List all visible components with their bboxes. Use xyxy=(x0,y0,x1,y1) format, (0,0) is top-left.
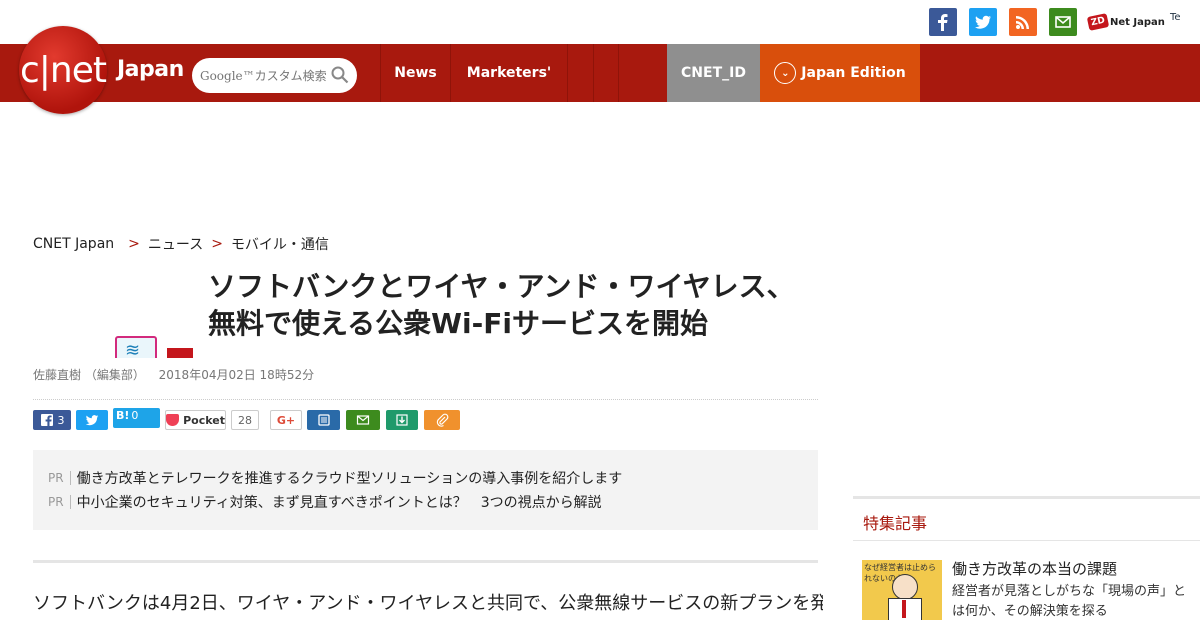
publish-date: 2018年04月02日 18時52分 xyxy=(158,368,315,382)
mail-icon xyxy=(1055,16,1071,28)
author: 佐藤直樹 （編集部） xyxy=(33,368,145,382)
facebook-icon xyxy=(40,414,53,427)
article-body-paragraph: ソフトバンクは4月2日、ワイヤ・アンド・ワイヤレスと共同で、公衆無線サービスの新… xyxy=(33,593,823,614)
twitter-icon xyxy=(975,15,991,29)
thumbnail-badge xyxy=(167,348,193,358)
nav-news[interactable]: News xyxy=(380,44,450,102)
print-icon xyxy=(317,414,330,426)
rss-icon xyxy=(1016,16,1029,29)
nav-marketers[interactable]: Marketers' xyxy=(450,44,567,102)
hatena-bookmark-button[interactable]: B! 0 xyxy=(113,408,160,428)
pocket-label: Pocket xyxy=(183,413,225,427)
pr-label: PR xyxy=(48,471,71,485)
wifi-icon: ≋ xyxy=(115,336,157,358)
breadcrumb-separator: > xyxy=(128,236,140,252)
facebook-share-count: 3 xyxy=(57,413,65,427)
clip-button[interactable] xyxy=(424,410,460,430)
twitter-icon xyxy=(85,415,99,426)
byline: 佐藤直樹 （編集部） 2018年04月02日 18時52分 xyxy=(33,366,314,383)
nav-japan-edition[interactable]: ⌄ Japan Edition xyxy=(760,44,920,102)
email-share-button[interactable] xyxy=(346,410,380,430)
tie-illustration xyxy=(902,600,906,618)
twitter-link[interactable] xyxy=(969,8,997,36)
techrepublic-link[interactable]: Te xyxy=(1170,12,1181,23)
pr-link[interactable]: 中小企業のセキュリティ対策、まず見直すべきポイントとは？ 3つの視点から解説 xyxy=(77,492,602,512)
breadcrumb-mobile[interactable]: モバイル・通信 xyxy=(231,234,329,254)
print-button[interactable] xyxy=(307,410,340,430)
pocket-count: 28 xyxy=(231,410,259,430)
facebook-link[interactable] xyxy=(929,8,957,36)
person-illustration xyxy=(892,574,918,600)
divider xyxy=(33,399,818,400)
search-input[interactable] xyxy=(198,67,332,84)
pocket-button[interactable]: Pocket xyxy=(165,410,226,430)
edition-label: Japan xyxy=(117,57,184,82)
nav-item-5[interactable] xyxy=(618,44,644,102)
article-thumbnail: ≋ xyxy=(33,272,193,358)
pocket-icon xyxy=(166,414,180,426)
zdnet-logo: ZD xyxy=(1086,13,1110,31)
utility-bar: ZD Net Japan Te xyxy=(0,0,1200,44)
japan-edition-label: Japan Edition xyxy=(801,65,906,81)
paperclip-icon xyxy=(436,413,449,427)
sidebar-thumbnail[interactable]: なぜ経営者は止められないのか xyxy=(862,560,942,620)
article-title: ソフトバンクとワイヤ・アンド・ワイヤレス、無料で使える公衆Wi-Fiサービスを開… xyxy=(208,270,795,340)
chevron-down-icon: ⌄ xyxy=(774,62,797,84)
search-icon[interactable] xyxy=(331,66,349,84)
techrepublic-label: Te xyxy=(1170,12,1181,23)
nav-item-3[interactable] xyxy=(567,44,593,102)
facebook-icon xyxy=(938,14,948,31)
nav-item-4[interactable] xyxy=(593,44,618,102)
mail-link[interactable] xyxy=(1049,8,1077,36)
breadcrumb-news[interactable]: ニュース xyxy=(148,234,203,254)
rss-link[interactable] xyxy=(1009,8,1037,36)
mail-icon xyxy=(356,415,370,425)
sidebar-item-description: 経営者が見落としがちな「現場の声」とは何か、その解決策を探る xyxy=(952,584,1187,619)
breadcrumb: CNET Japan > ニュース > モバイル・通信 xyxy=(33,234,329,254)
download-icon xyxy=(396,414,408,426)
divider xyxy=(33,560,818,563)
nav-cnet-id[interactable]: CNET_ID xyxy=(667,44,760,102)
sidebar-heading: 特集記事 xyxy=(863,514,928,533)
pr-box: PR 働き方改革とテレワークを推進するクラウド型ソリューションの導入事例を紹介し… xyxy=(33,450,818,530)
pr-link[interactable]: 働き方改革とテレワークを推進するクラウド型ソリューションの導入事例を紹介します xyxy=(77,468,623,488)
pr-label: PR xyxy=(48,495,71,509)
zdnet-label: Net Japan xyxy=(1110,16,1165,28)
facebook-share-button[interactable]: 3 xyxy=(33,410,71,430)
breadcrumb-separator: > xyxy=(211,236,223,252)
breadcrumb-home[interactable]: CNET Japan xyxy=(33,236,114,252)
hatena-icon: B! xyxy=(116,409,130,422)
google-plus-button[interactable]: G+ xyxy=(270,410,302,430)
sidebar-item-title[interactable]: 働き方改革の本当の課題 xyxy=(952,558,1117,579)
logo-text: c|net xyxy=(19,49,107,91)
hatena-count: 0 xyxy=(131,409,139,422)
search-box xyxy=(192,58,357,93)
sidebar-divider xyxy=(853,496,1200,499)
save-button[interactable] xyxy=(386,410,418,430)
pr-item: PR 働き方改革とテレワークを推進するクラウド型ソリューションの導入事例を紹介し… xyxy=(48,468,622,488)
cnet-logo[interactable]: c|net xyxy=(19,26,107,114)
twitter-share-button[interactable] xyxy=(76,410,108,430)
zdnet-japan-link[interactable]: ZD Net Japan xyxy=(1086,8,1165,36)
sidebar-divider xyxy=(853,540,1200,541)
pr-item: PR 中小企業のセキュリティ対策、まず見直すべきポイントとは？ 3つの視点から解… xyxy=(48,492,602,512)
